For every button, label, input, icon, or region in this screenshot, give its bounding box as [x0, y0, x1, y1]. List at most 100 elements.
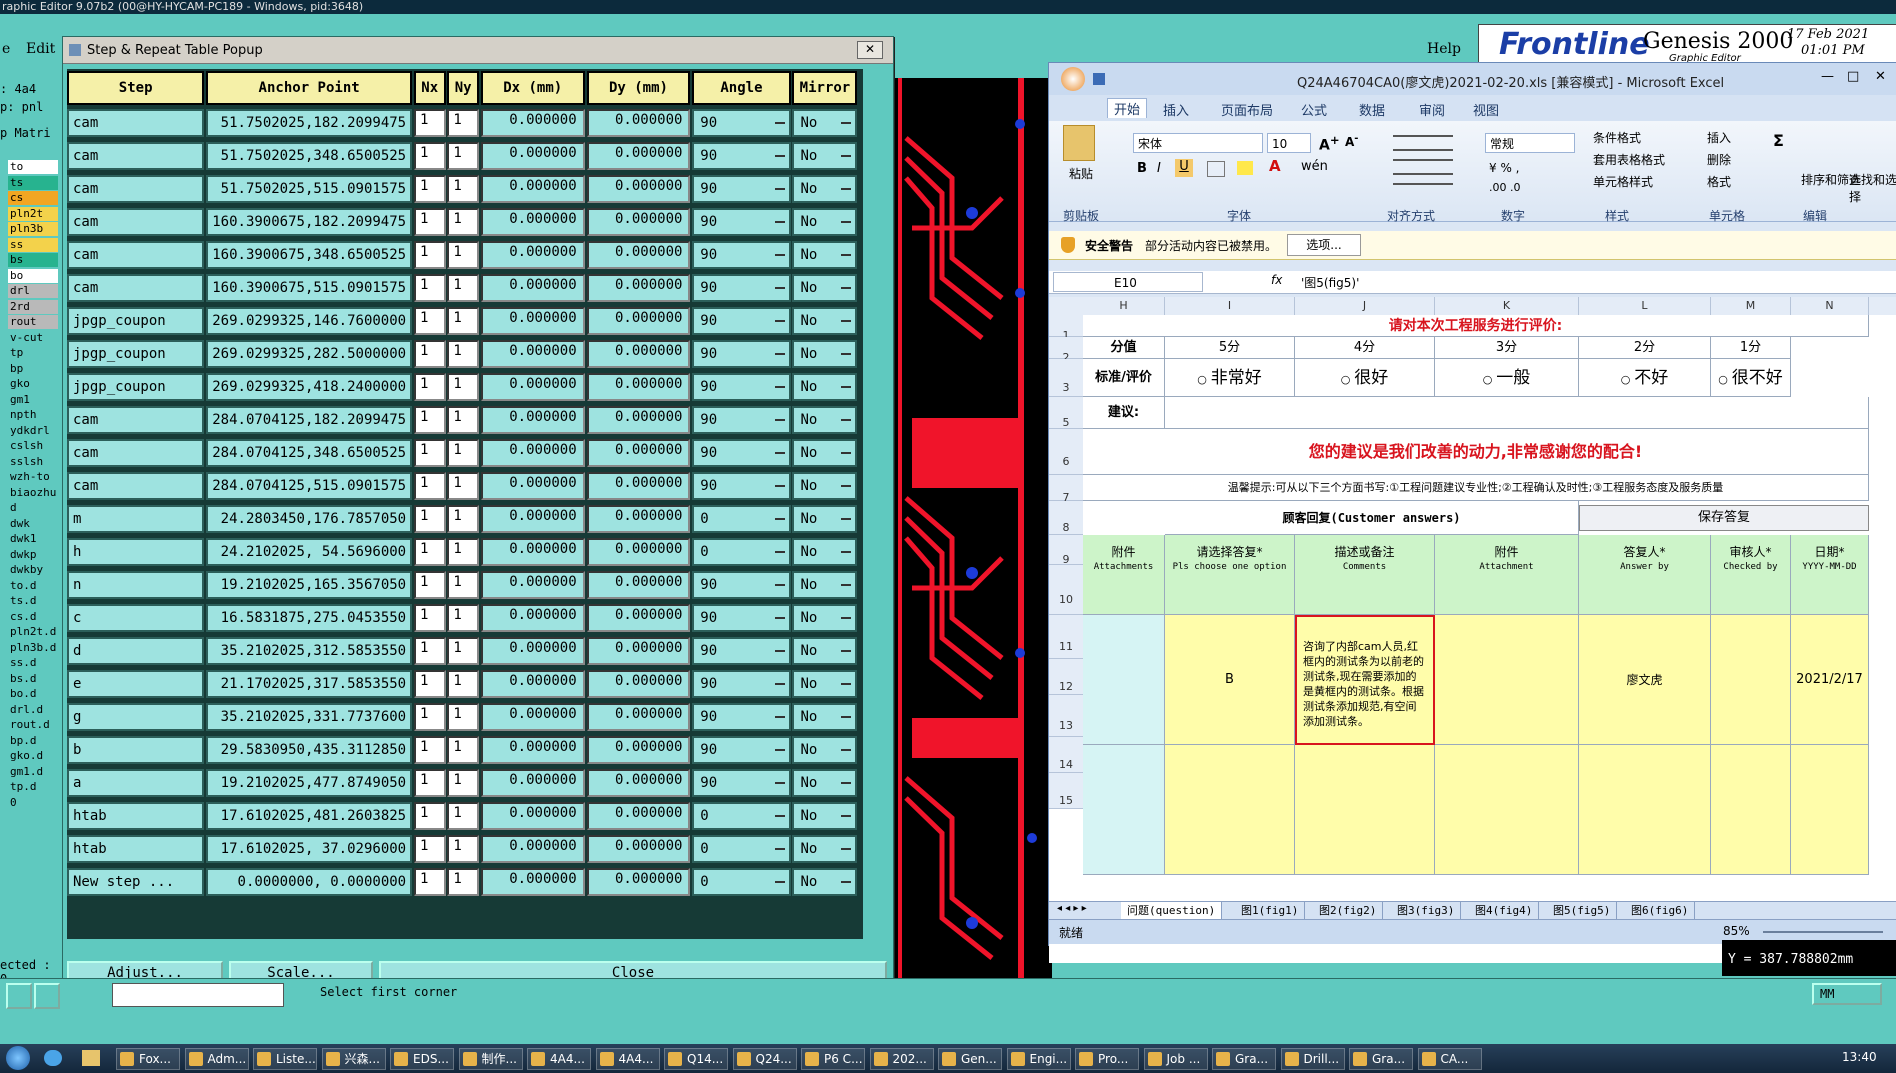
cell-nx[interactable]: 1	[413, 142, 446, 170]
cell-mirror[interactable]: No	[792, 241, 858, 269]
taskbar-button[interactable]: Drill...	[1280, 1048, 1345, 1070]
layer-item[interactable]: drl.d	[8, 702, 58, 717]
cell-angle[interactable]: 0	[692, 538, 791, 566]
layer-item[interactable]: cs.d	[8, 609, 58, 624]
dropdown-icon[interactable]	[774, 650, 785, 652]
cell-dy[interactable]: 0.000000	[586, 142, 691, 170]
layer-item[interactable]: gm1	[8, 392, 58, 407]
answer-cell[interactable]	[1083, 745, 1165, 875]
menu-file[interactable]: e	[2, 41, 10, 57]
layer-item[interactable]: bs	[8, 253, 58, 267]
cell-mirror[interactable]: No	[792, 373, 858, 401]
dropdown-icon[interactable]	[841, 188, 852, 190]
italic-icon[interactable]: I	[1157, 161, 1161, 176]
cell-anchor[interactable]: 51.7502025,348.6500525	[206, 142, 413, 170]
table-format-button[interactable]: 套用表格格式	[1593, 149, 1665, 171]
layer-item[interactable]: tp.d	[8, 780, 58, 794]
cell-nx[interactable]: 1	[413, 835, 446, 863]
taskbar-button[interactable]: Engi...	[1006, 1048, 1071, 1070]
cell-step[interactable]: htab	[67, 802, 205, 830]
score-value[interactable]: 3分	[1435, 337, 1579, 359]
taskbar-button[interactable]: Gra...	[1212, 1048, 1276, 1070]
sheet-tab[interactable]: 图1(fig1)	[1235, 902, 1306, 919]
dropdown-icon[interactable]	[774, 617, 785, 619]
row-header[interactable]: 9	[1049, 535, 1083, 566]
cell-angle[interactable]: 90	[692, 175, 791, 203]
cell-dy[interactable]: 0.000000	[586, 670, 691, 698]
cell-angle[interactable]: 90	[692, 604, 791, 632]
rating-option[interactable]: ○ 非常好	[1165, 359, 1295, 397]
cell-ny[interactable]: 1	[447, 604, 479, 632]
cell-angle[interactable]: 90	[692, 703, 791, 731]
layer-item[interactable]: bo	[8, 268, 58, 283]
cell-dy[interactable]: 0.000000	[586, 868, 691, 896]
layer-item[interactable]: gko.d	[8, 749, 58, 763]
layer-item[interactable]: v-cut	[8, 330, 58, 345]
cell-anchor[interactable]: 17.6102025, 37.0296000	[206, 835, 413, 863]
cell-angle[interactable]: 0	[692, 802, 791, 830]
cell-angle[interactable]: 0	[692, 835, 791, 863]
cell-dy[interactable]: 0.000000	[586, 274, 691, 302]
cell-mirror[interactable]: No	[792, 637, 858, 665]
score-value[interactable]: 4分	[1295, 337, 1435, 359]
dropdown-icon[interactable]	[774, 320, 785, 322]
layer-item[interactable]: rout.d	[8, 718, 58, 732]
taskbar-button[interactable]: Gen...	[938, 1048, 1002, 1070]
cell-mirror[interactable]: No	[792, 736, 858, 764]
cell-dy[interactable]: 0.000000	[586, 373, 691, 401]
cell-nx[interactable]: 1	[413, 670, 446, 698]
dropdown-icon[interactable]	[774, 518, 785, 520]
radio-icon[interactable]: ○	[1341, 373, 1351, 386]
dropdown-icon[interactable]	[841, 518, 852, 520]
answer-by[interactable]: 廖文虎	[1579, 615, 1711, 745]
cell-nx[interactable]: 1	[413, 274, 446, 302]
cell-ny[interactable]: 1	[447, 340, 479, 368]
cell-anchor[interactable]: 35.2102025,312.5853550	[206, 637, 413, 665]
dropdown-icon[interactable]	[841, 320, 852, 322]
cell-dy[interactable]: 0.000000	[586, 241, 691, 269]
cell-dy[interactable]: 0.000000	[586, 109, 691, 137]
popup-title-bar[interactable]: Step & Repeat Table Popup ✕	[63, 37, 893, 64]
cell-mirror[interactable]: No	[792, 307, 858, 335]
answer-cell[interactable]	[1791, 745, 1869, 875]
cell-step[interactable]: jpgp_coupon	[67, 307, 205, 335]
cell-anchor[interactable]: 284.0704125,348.6500525	[206, 439, 413, 467]
fx-icon[interactable]: fx	[1271, 273, 1282, 287]
cell-anchor[interactable]: 269.0299325,146.7600000	[206, 307, 413, 335]
sheet-tab[interactable]: 图6(fig6)	[1625, 902, 1696, 919]
row-header[interactable]: 8	[1049, 501, 1083, 535]
cell-dx[interactable]: 0.000000	[480, 736, 585, 764]
cell-step[interactable]: a	[67, 769, 205, 797]
dropdown-icon[interactable]	[841, 386, 852, 388]
cell-nx[interactable]: 1	[413, 802, 446, 830]
taskbar-button[interactable]: EDS...	[390, 1048, 454, 1070]
ribbon-tab[interactable]: 视图	[1473, 100, 1499, 119]
suggest-input[interactable]	[1165, 397, 1869, 429]
tool-grid-icon[interactable]	[34, 983, 60, 1009]
dropdown-icon[interactable]	[774, 551, 785, 553]
cell-ny[interactable]: 1	[447, 373, 479, 401]
cell-ny[interactable]: 1	[447, 703, 479, 731]
layer-item[interactable]: ts	[8, 175, 58, 190]
ribbon-tab[interactable]: 公式	[1301, 100, 1327, 119]
cell-dx[interactable]: 0.000000	[480, 835, 585, 863]
cell-anchor[interactable]: 19.2102025,477.8749050	[206, 769, 413, 797]
cell-nx[interactable]: 1	[413, 637, 446, 665]
cell-mirror[interactable]: No	[792, 868, 858, 896]
dropdown-icon[interactable]	[841, 221, 852, 223]
indent-icon[interactable]	[1393, 183, 1453, 195]
score-label[interactable]: 分值	[1083, 337, 1165, 359]
layer-item[interactable]: dwk	[8, 516, 58, 531]
cell-angle[interactable]: 90	[692, 373, 791, 401]
column-letter[interactable]: H	[1083, 297, 1165, 315]
office-button-icon[interactable]	[1061, 67, 1085, 91]
cell-angle[interactable]: 90	[692, 670, 791, 698]
layer-item[interactable]: gm1.d	[8, 764, 58, 779]
answer-column-header[interactable]: 请选择答复* Pls choose one option	[1165, 535, 1295, 615]
cell-step[interactable]: n	[67, 571, 205, 599]
pcb-canvas[interactable]	[892, 78, 1052, 978]
answer-cell[interactable]	[1295, 745, 1435, 875]
layer-item[interactable]: cs	[8, 191, 58, 205]
explorer-icon[interactable]	[82, 1050, 100, 1066]
cell-nx[interactable]: 1	[413, 571, 446, 599]
